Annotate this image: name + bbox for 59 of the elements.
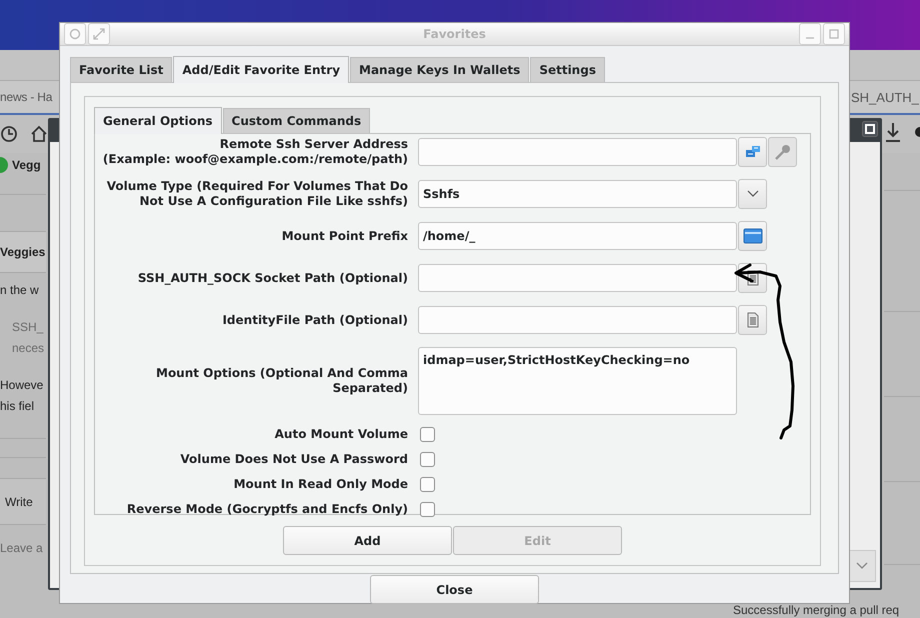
input-field[interactable]: /home/_ — [418, 222, 737, 250]
page-title: news - Ha — [0, 90, 54, 104]
input-field[interactable] — [418, 138, 737, 166]
download-icon[interactable] — [885, 122, 901, 142]
field-label: Volume Type (Required For Volumes That Do Not Use A Configuration File Like sshfs) — [106, 179, 409, 209]
close-button[interactable]: Close — [370, 575, 539, 604]
document-icon — [746, 312, 758, 328]
tab[interactable]: Settings — [530, 57, 605, 82]
history-icon[interactable] — [0, 125, 18, 143]
diagonal-arrows-icon — [93, 28, 105, 40]
field-label: Mount Options (Optional And Comma Separated) — [155, 366, 409, 396]
comment-text: Howeve — [0, 378, 44, 392]
field-label: SSH_AUTH_SOCK Socket Path (Optional) — [136, 270, 409, 286]
home-icon[interactable] — [30, 125, 48, 143]
comment-text: his fiel — [0, 398, 34, 412]
browse-button[interactable] — [738, 305, 767, 335]
author-name[interactable]: Vegg — [12, 158, 41, 172]
maximize-icon — [828, 28, 840, 40]
checkbox[interactable] — [420, 502, 435, 517]
maximize-icon[interactable] — [862, 121, 878, 137]
field-label: Mount Point Prefix — [280, 228, 409, 244]
page-title: SH_AUTH_ — [851, 90, 919, 104]
tab[interactable]: Manage Keys In Wallets — [350, 57, 530, 82]
window-title: Favorites — [423, 27, 486, 41]
checkbox[interactable] — [420, 477, 435, 492]
chevron-down-icon[interactable] — [856, 562, 868, 570]
comment-heading: Veggies — [0, 245, 46, 259]
title-bar-button[interactable] — [64, 23, 86, 45]
chevron-down-icon — [746, 190, 758, 198]
tab[interactable]: Custom Commands — [222, 108, 370, 133]
tab[interactable]: Favorite List — [70, 57, 172, 82]
title-bar-button[interactable] — [823, 23, 845, 45]
avatar-icon — [0, 157, 8, 173]
field-label: Remote Ssh Server Address (Example: woof@example.com:/remote/path) — [102, 137, 409, 167]
checkbox-label: Auto Mount Volume — [274, 427, 409, 442]
quoted-text: neces — [12, 340, 44, 354]
folder-icon — [742, 228, 762, 244]
quoted-text: SSH_ — [12, 320, 44, 334]
checkbox-label: Reverse Mode (Gocryptfs and Encfs Only) — [126, 502, 409, 517]
checkbox[interactable] — [420, 452, 435, 467]
text-area[interactable]: idmap=user,StrictHostKeyChecking=no — [418, 347, 737, 415]
checkbox[interactable] — [420, 427, 435, 442]
tab[interactable]: General Options — [94, 107, 222, 134]
key-icon — [774, 143, 792, 161]
dropdown[interactable]: Sshfs — [418, 180, 737, 208]
write-tab[interactable]: Write — [5, 494, 33, 508]
dropdown-button[interactable] — [738, 179, 767, 209]
add-button[interactable]: Add — [283, 526, 452, 555]
network-icon — [744, 145, 760, 159]
checkbox-label: Mount In Read Only Mode — [232, 477, 409, 492]
checkbox-label: Volume Does Not Use A Password — [179, 452, 409, 467]
input-field[interactable] — [418, 306, 737, 334]
comment-text: n the w — [0, 282, 39, 296]
field-label: IdentityFile Path (Optional) — [221, 312, 409, 328]
merge-note: Successfully merging a pull req — [733, 603, 900, 617]
minimize-icon — [806, 37, 814, 39]
title-bar-button[interactable] — [88, 23, 110, 45]
tab[interactable]: Add/Edit Favorite Entry — [173, 56, 350, 83]
input-field[interactable] — [418, 264, 737, 292]
